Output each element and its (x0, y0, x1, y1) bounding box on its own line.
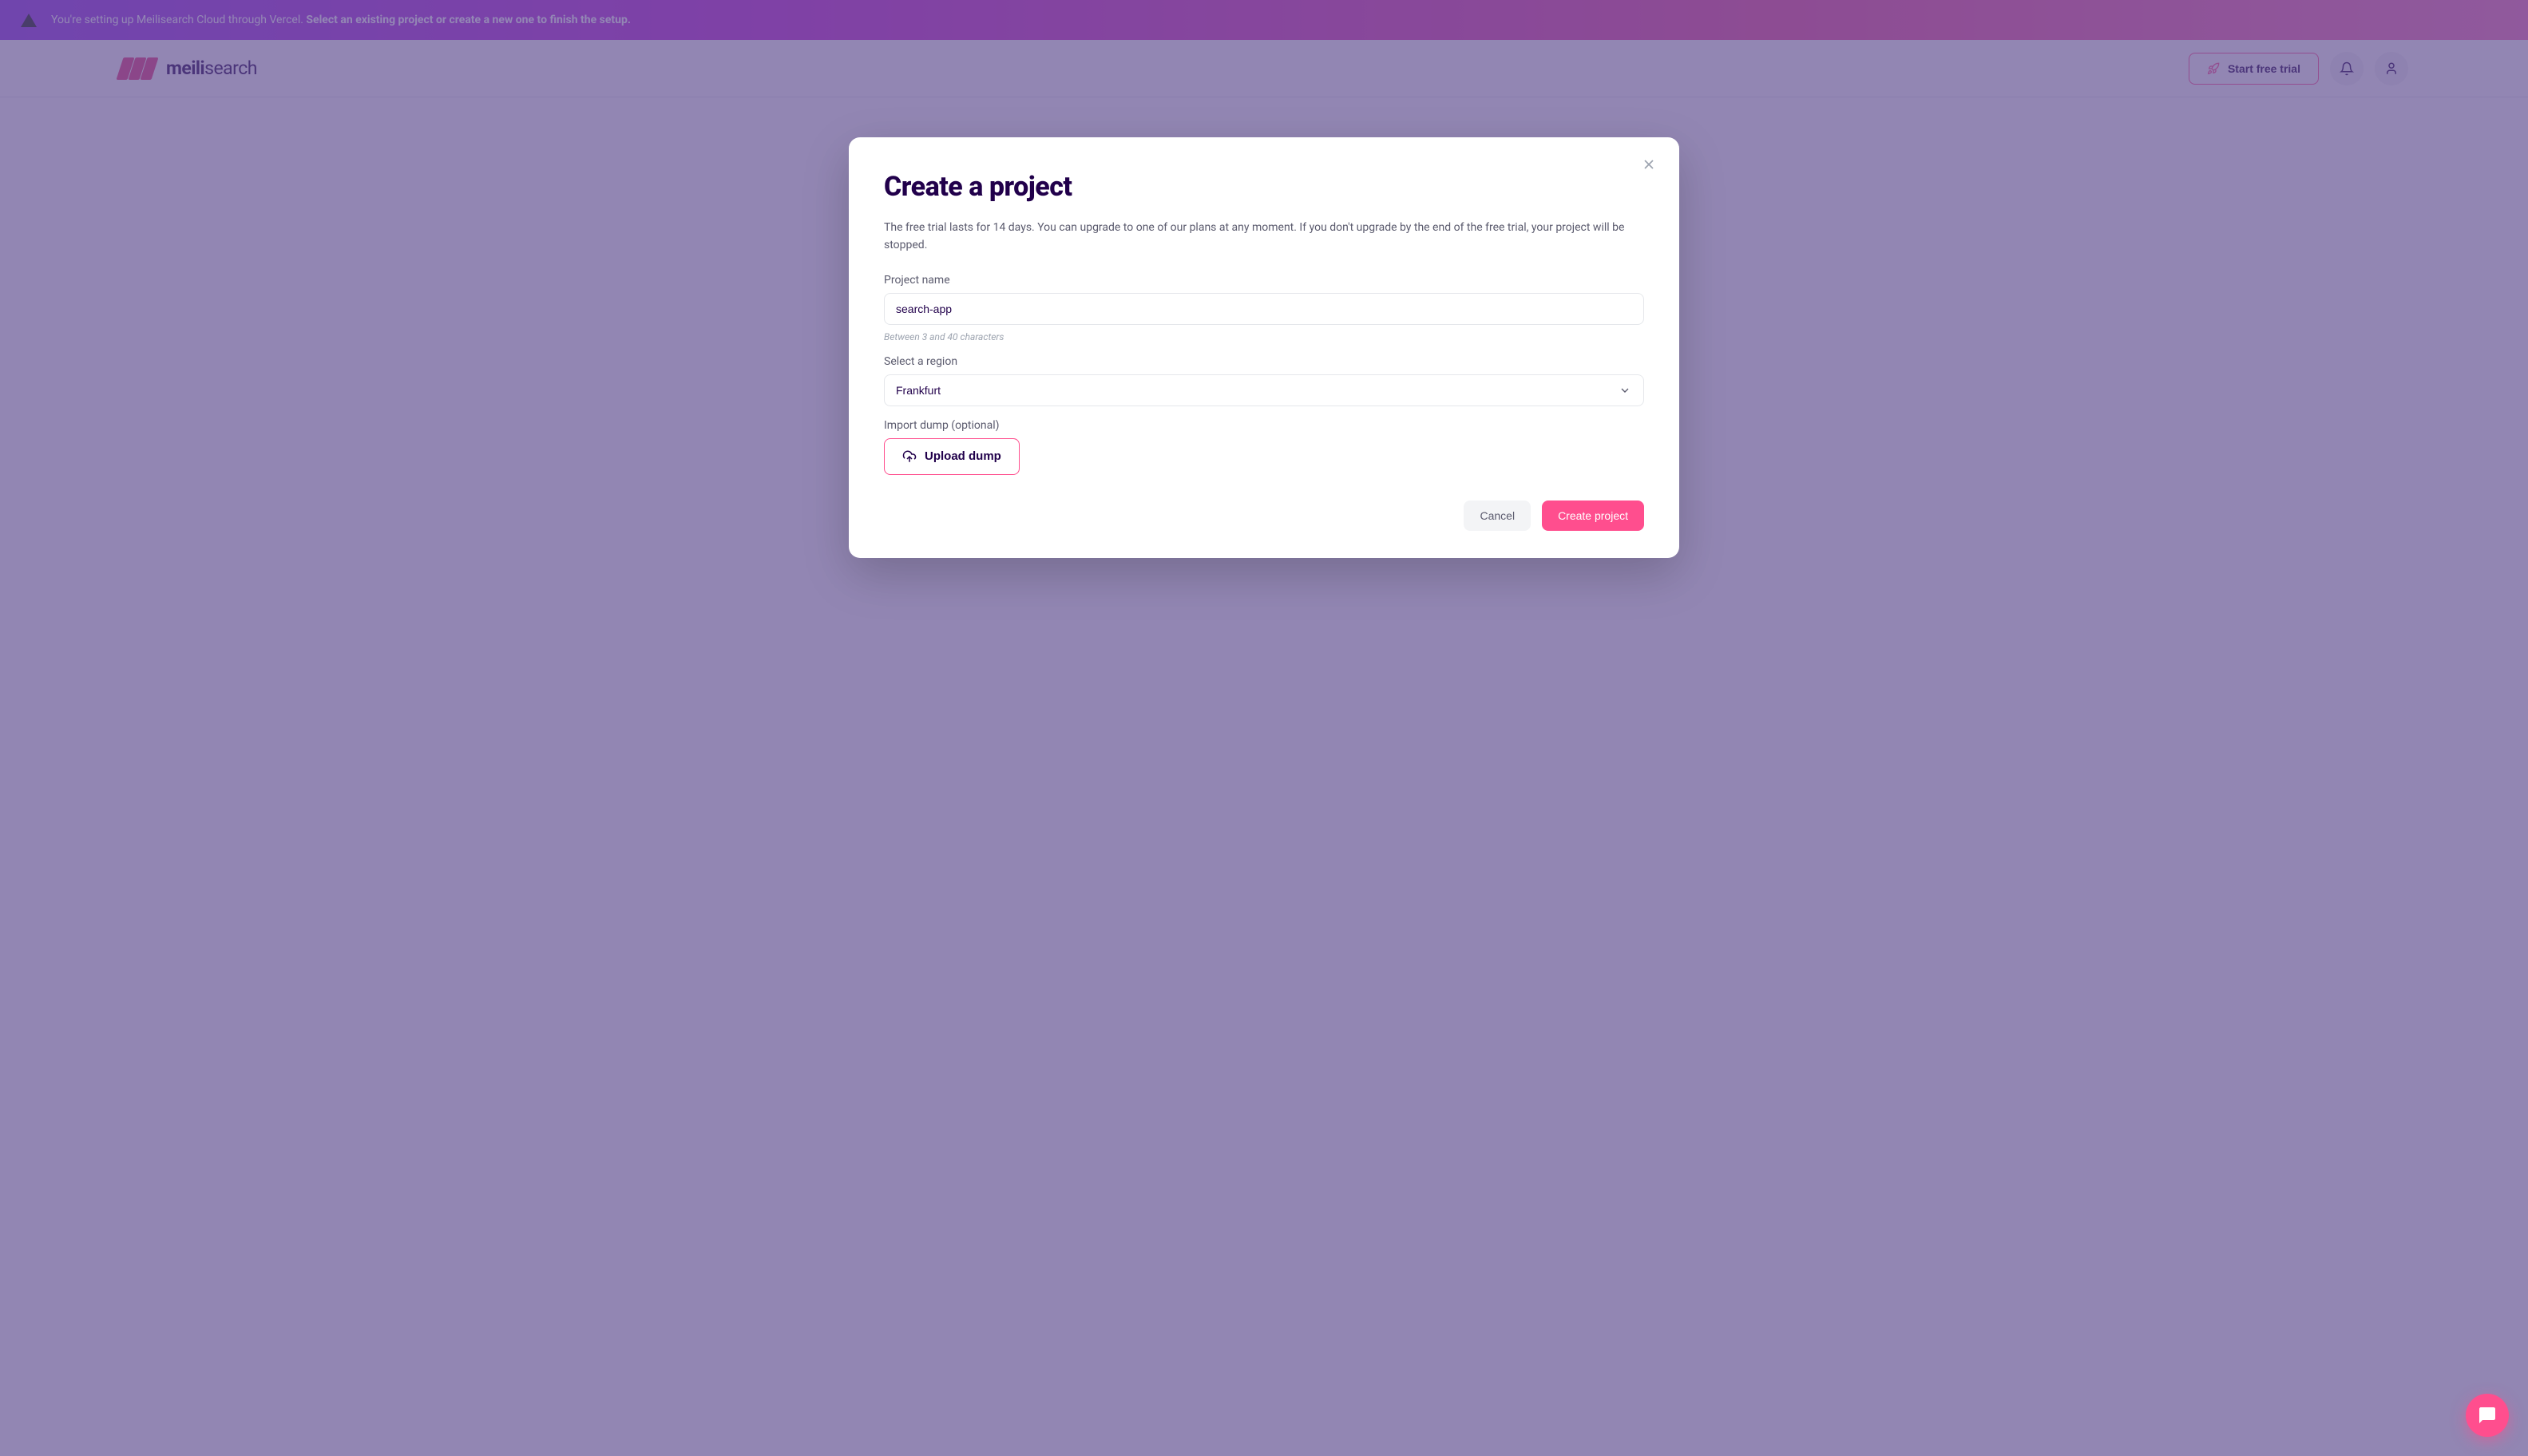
region-label: Select a region (884, 355, 1644, 368)
project-name-group: Project name Between 3 and 40 characters (884, 274, 1644, 342)
cancel-button[interactable]: Cancel (1464, 500, 1531, 531)
upload-button-label: Upload dump (925, 449, 1001, 463)
upload-dump-button[interactable]: Upload dump (884, 438, 1020, 475)
project-name-label: Project name (884, 274, 1644, 287)
create-project-button[interactable]: Create project (1542, 500, 1644, 531)
region-group: Select a region (884, 355, 1644, 406)
upload-cloud-icon (902, 449, 917, 464)
modal-footer: Cancel Create project (884, 500, 1644, 531)
modal-overlay[interactable]: Create a project The free trial lasts fo… (0, 0, 2528, 1456)
import-dump-group: Import dump (optional) Upload dump (884, 419, 1644, 475)
region-select[interactable] (884, 374, 1644, 406)
project-name-input[interactable] (884, 293, 1644, 325)
project-name-hint: Between 3 and 40 characters (884, 331, 1644, 342)
modal-description: The free trial lasts for 14 days. You ca… (884, 219, 1644, 255)
close-icon (1641, 156, 1657, 172)
import-dump-label: Import dump (optional) (884, 419, 1644, 432)
chat-icon (2478, 1406, 2497, 1425)
modal-title: Create a project (884, 171, 1644, 203)
chat-support-button[interactable] (2466, 1394, 2509, 1437)
close-modal-button[interactable] (1636, 152, 1662, 180)
create-project-modal: Create a project The free trial lasts fo… (849, 137, 1679, 558)
